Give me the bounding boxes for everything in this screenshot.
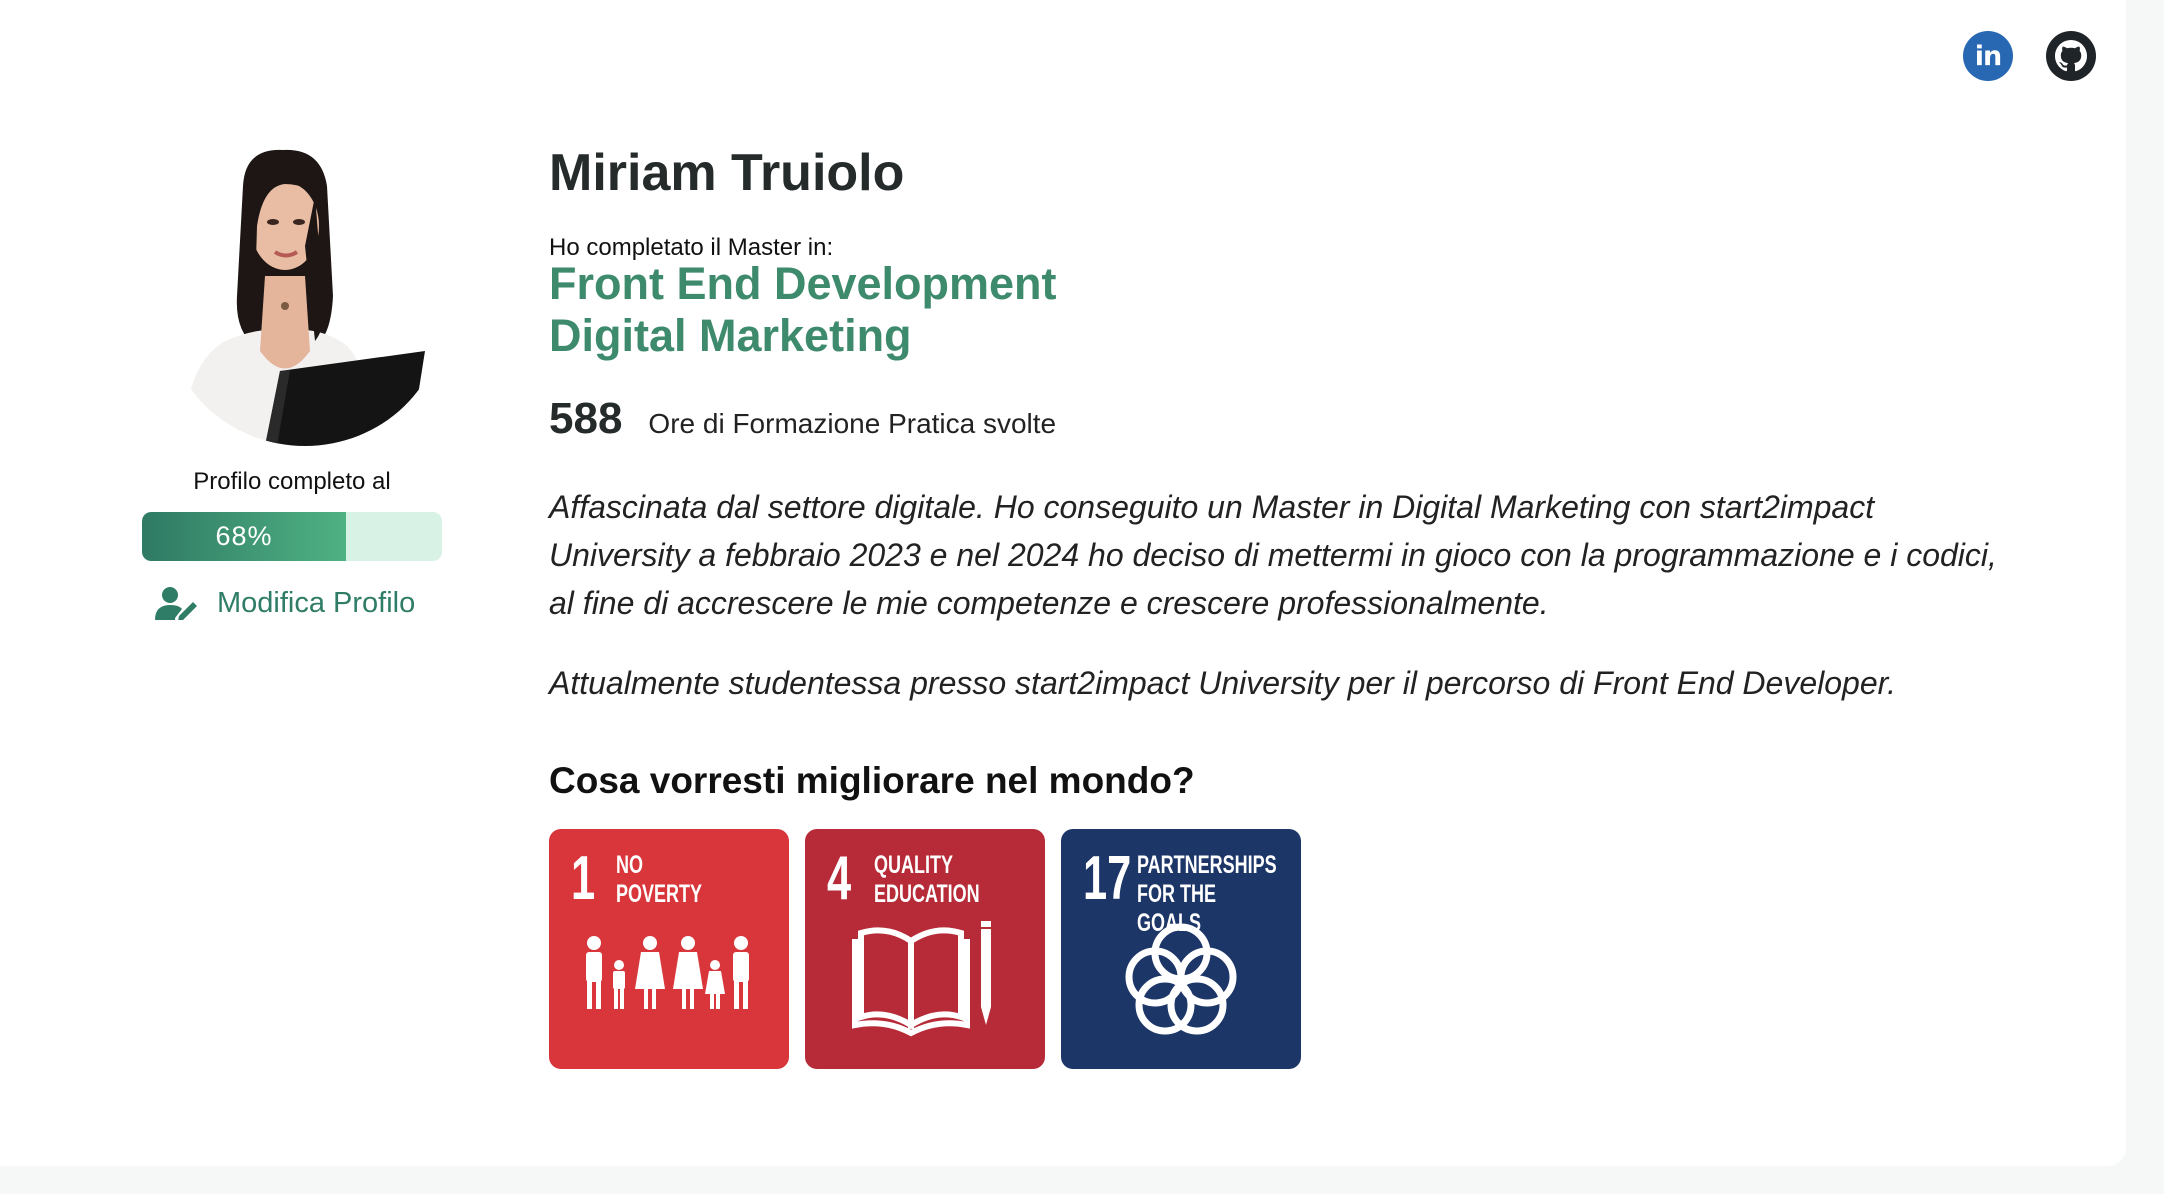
profile-name: Miriam Truiolo — [549, 144, 905, 202]
master-item: Front End Development — [549, 258, 1057, 309]
bio-paragraph: Affascinata dal settore digitale. Ho con… — [549, 489, 1997, 621]
edit-profile-button[interactable]: Modifica Profilo — [155, 586, 415, 620]
profile-progress-bar: 68% — [142, 512, 442, 561]
progress-text: 68% — [215, 521, 273, 551]
rings-icon — [1125, 923, 1237, 1035]
edit-profile-label: Modifica Profilo — [217, 586, 416, 619]
goals-question: Cosa vorresti migliorare nel mondo? — [549, 760, 1195, 801]
profile-bio: Affascinata dal settore digitale. Ho con… — [549, 483, 2009, 739]
master-list: Front End Development Digital Marketing — [549, 258, 1057, 362]
profile-card: in Profilo completo al 68% Modifica Prof… — [0, 0, 2126, 1166]
hours-label: Ore di Formazione Pratica svolte — [648, 408, 1057, 439]
sdg-goal-17[interactable]: 17 PARTNERSHIPS FOR THE GOALS — [1061, 829, 1301, 1069]
github-icon[interactable] — [2046, 31, 2096, 81]
sdg-goals: 1 NO POVERTY 4 QUALITY EDUCATION 17 PART… — [549, 829, 1301, 1069]
avatar — [165, 146, 445, 446]
progress-label: Profilo completo al — [193, 468, 391, 495]
linkedin-icon[interactable]: in — [1963, 31, 2013, 81]
sdg-goal-4[interactable]: 4 QUALITY EDUCATION — [805, 829, 1045, 1069]
hours-value: 588 — [549, 394, 623, 443]
social-links: in — [1963, 31, 2096, 81]
family-icon — [586, 936, 749, 1009]
user-edit-icon — [155, 587, 197, 620]
master-item: Digital Marketing — [549, 310, 912, 361]
bio-paragraph: Attualmente studentessa presso start2imp… — [549, 665, 1896, 701]
training-hours: 588 Ore di Formazione Pratica svolte — [549, 394, 1056, 444]
sdg-goal-1[interactable]: 1 NO POVERTY — [549, 829, 789, 1069]
progress-fill: 68% — [142, 512, 346, 561]
book-pencil-icon — [852, 921, 991, 1037]
